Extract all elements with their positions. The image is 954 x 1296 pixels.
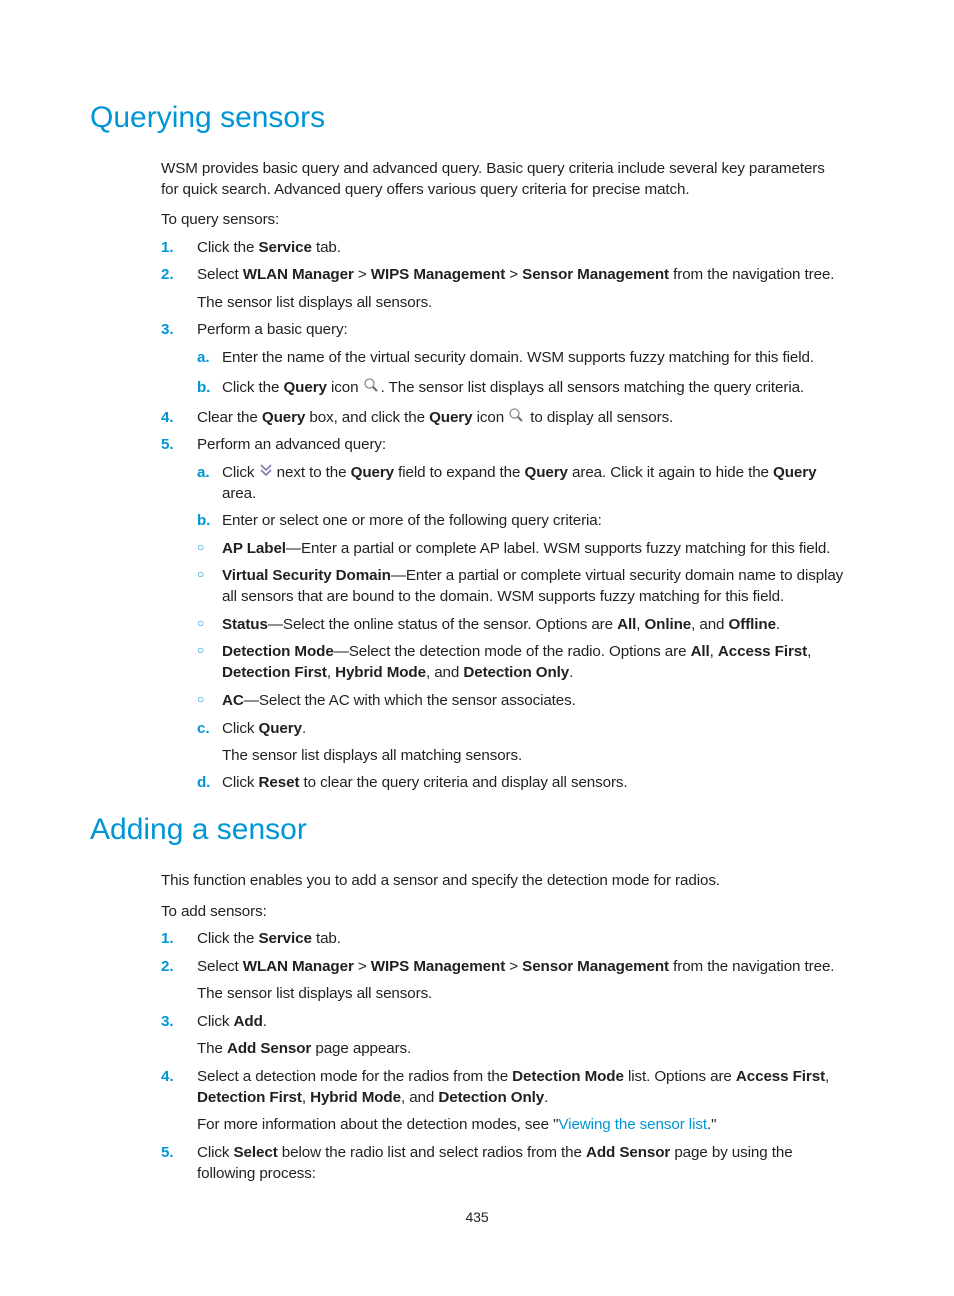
step-number: 3. xyxy=(161,1013,174,1030)
search-icon xyxy=(363,377,381,399)
step-2: Select WLAN Manager > WIPS Management > … xyxy=(197,266,835,283)
step-number: 2. xyxy=(161,266,174,283)
procedure-lead: To query sensors: xyxy=(161,211,280,228)
step-number: 1. xyxy=(161,930,174,947)
substep-3b: Click the Query icon . The sensor list d… xyxy=(222,377,804,399)
paragraph: for quick search. Advanced query offers … xyxy=(161,181,690,198)
step-5-cont: following process: xyxy=(197,1165,316,1182)
criterion-ap-label: AP Label—Enter a partial or complete AP … xyxy=(222,540,831,557)
substep-3a: Enter the name of the virtual security d… xyxy=(222,349,815,366)
bullet-icon: ○ xyxy=(197,540,205,554)
double-chevron-down-icon xyxy=(259,462,273,483)
paragraph: WSM provides basic query and advanced qu… xyxy=(161,160,825,177)
step-3: Click Add. xyxy=(197,1013,267,1030)
step-4-cont: Detection First, Hybrid Mode, and Detect… xyxy=(197,1089,549,1106)
section-heading-adding-a-sensor: Adding a sensor xyxy=(90,813,307,846)
link-viewing-sensor-list[interactable]: Viewing the sensor list xyxy=(558,1116,707,1133)
step-3: Perform a basic query: xyxy=(197,321,348,338)
substep-letter: a. xyxy=(197,464,210,481)
section-heading-querying-sensors: Querying sensors xyxy=(90,101,326,134)
criterion-status: Status—Select the online status of the s… xyxy=(222,616,781,633)
step-result: The sensor list displays all sensors. xyxy=(197,985,433,1002)
step-4: Clear the Query box, and click the Query… xyxy=(197,407,673,429)
procedure-lead: To add sensors: xyxy=(161,903,267,920)
step-number: 4. xyxy=(161,409,174,426)
step-result: The sensor list displays all sensors. xyxy=(197,294,433,311)
step-1: Click the Service tab. xyxy=(197,930,341,947)
paragraph: This function enables you to add a senso… xyxy=(161,872,720,889)
step-note: For more information about the detection… xyxy=(197,1116,717,1133)
step-5: Click Select below the radio list and se… xyxy=(197,1144,793,1161)
substep-5b: Enter or select one or more of the follo… xyxy=(222,512,602,529)
bullet-icon: ○ xyxy=(197,567,205,581)
step-5: Perform an advanced query: xyxy=(197,436,387,453)
step-2: Select WLAN Manager > WIPS Management > … xyxy=(197,958,835,975)
step-1: Click the Service tab. xyxy=(197,239,341,256)
step-number: 1. xyxy=(161,239,174,256)
substep-5a-cont: area. xyxy=(222,485,257,502)
substep-letter: a. xyxy=(197,349,210,366)
criterion-vsd-cont: all sensors that are bound to the domain… xyxy=(222,588,785,605)
bullet-icon: ○ xyxy=(197,643,205,657)
search-icon xyxy=(508,407,526,429)
criterion-detection-mode: Detection Mode—Select the detection mode… xyxy=(222,643,812,660)
step-number: 5. xyxy=(161,1144,174,1161)
substep-5d: Click Reset to clear the query criteria … xyxy=(222,774,628,791)
step-number: 2. xyxy=(161,958,174,975)
step-number: 5. xyxy=(161,436,174,453)
substep-letter: d. xyxy=(197,774,211,791)
substep-letter: b. xyxy=(197,379,211,396)
step-result: The Add Sensor page appears. xyxy=(197,1040,412,1057)
criterion-detection-mode-cont: Detection First, Hybrid Mode, and Detect… xyxy=(222,664,574,681)
step-number: 4. xyxy=(161,1068,174,1085)
document-page: Querying sensors WSM provides basic quer… xyxy=(0,0,954,1296)
step-4: Select a detection mode for the radios f… xyxy=(197,1068,830,1085)
bullet-icon: ○ xyxy=(197,692,205,706)
substep-letter: b. xyxy=(197,512,211,529)
substep-letter: c. xyxy=(197,720,210,737)
page-number: 435 xyxy=(465,1209,489,1225)
substep-5c: Click Query. xyxy=(222,720,307,737)
criterion-ac: AC—Select the AC with which the sensor a… xyxy=(222,692,576,709)
bullet-icon: ○ xyxy=(197,616,205,630)
step-number: 3. xyxy=(161,321,174,338)
substep-5a: Click next to the Query field to expand … xyxy=(222,462,817,483)
step-result: The sensor list displays all matching se… xyxy=(222,747,523,764)
criterion-virtual-security-domain: Virtual Security Domain—Enter a partial … xyxy=(222,567,844,584)
